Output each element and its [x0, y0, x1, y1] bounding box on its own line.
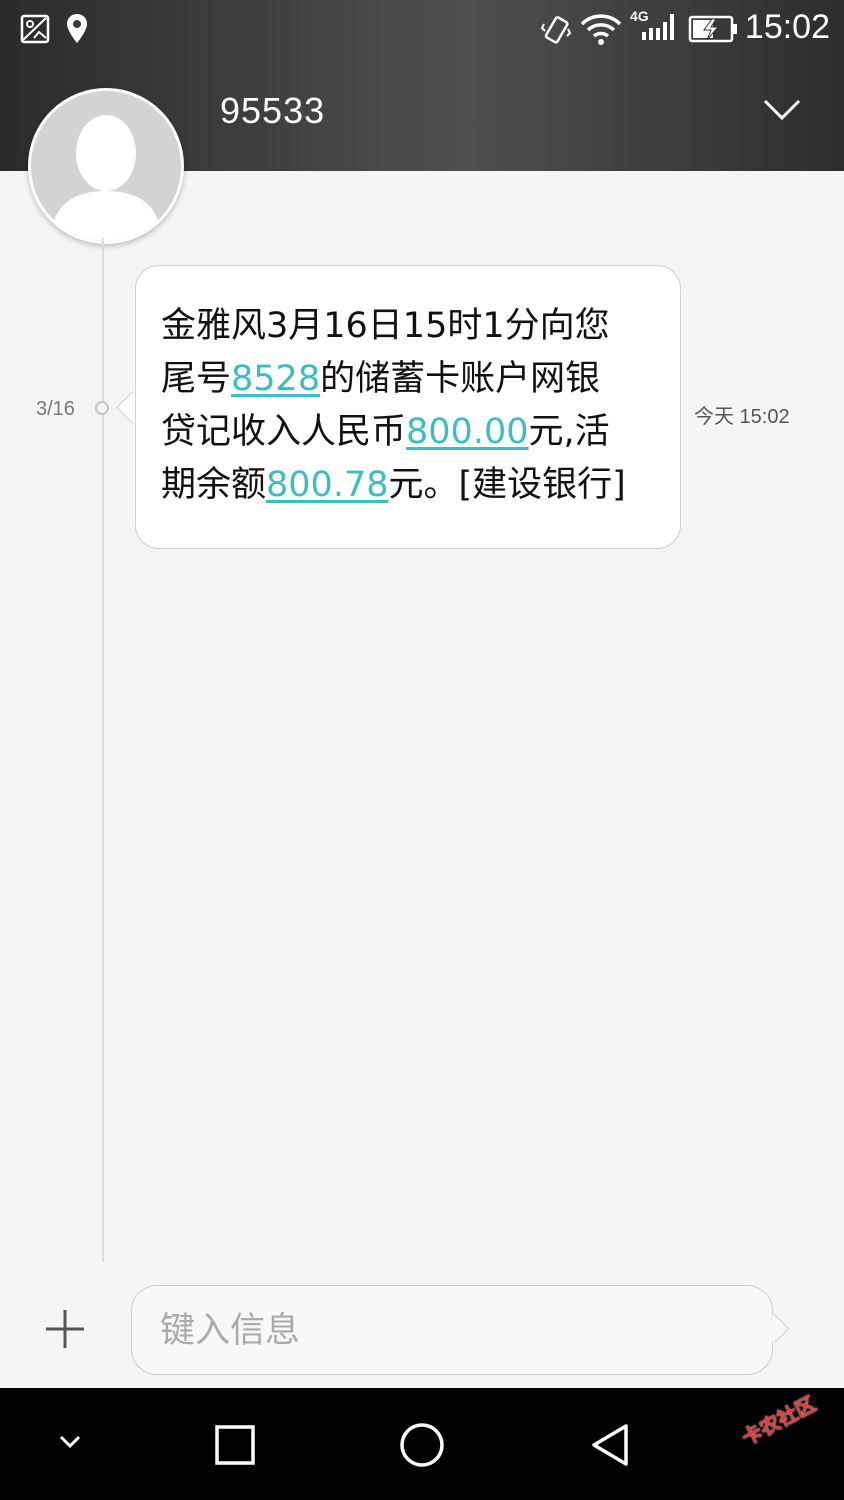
message-line: 贷记收入人民币800.00元,活 — [161, 406, 661, 459]
message-line: 尾号8528的储蓄卡账户网银 — [161, 353, 661, 406]
signal-4g-icon: 4G — [628, 6, 678, 52]
status-bar: 4G 15:02 — [0, 0, 844, 62]
contact-title: 95533 — [220, 90, 326, 131]
message-text: 金雅风3月16日15时1分向您 尾号8528的储蓄卡账户网银 贷记收入人民币80… — [161, 300, 661, 512]
contact-avatar[interactable] — [28, 88, 184, 244]
message-line: 金雅风3月16日15时1分向您 — [161, 300, 661, 353]
chevron-down-icon[interactable] — [762, 96, 802, 128]
back-button[interactable] — [588, 1422, 632, 1472]
person-silhouette-icon — [31, 91, 181, 241]
plus-icon — [46, 1310, 84, 1348]
recents-button[interactable] — [214, 1424, 256, 1470]
navigation-bar — [0, 1388, 844, 1500]
chevron-down-icon — [59, 1435, 81, 1449]
battery-charging-icon — [688, 14, 738, 48]
message-text-segment: 尾号 — [161, 359, 232, 399]
network-type-label: 4G — [630, 8, 649, 24]
message-text-segment: 期余额 — [161, 465, 267, 505]
message-date: 3/16 — [36, 398, 75, 420]
gallery-icon — [20, 14, 50, 48]
wifi-icon — [580, 12, 622, 50]
balance-link[interactable]: 800.78 — [266, 465, 388, 505]
message-text-segment: 元。[建设银行] — [388, 465, 626, 505]
card-number-link[interactable]: 8528 — [231, 359, 320, 399]
location-pin-icon — [66, 13, 88, 49]
circle-icon — [400, 1423, 444, 1467]
message-line: 期余额800.78元。[建设银行] — [161, 459, 661, 512]
status-clock: 15:02 — [744, 8, 830, 46]
message-text-segment: 元,活 — [528, 412, 610, 452]
message-text-segment: 的储蓄卡账户网银 — [320, 359, 601, 399]
amount-link[interactable]: 800.00 — [406, 412, 528, 452]
message-text-segment: 贷记收入人民币 — [161, 412, 407, 452]
message-text-segment: 金雅风3月16日15时1分向您 — [161, 306, 610, 346]
timeline-dot — [95, 401, 109, 415]
add-attachment-button[interactable] — [44, 1308, 86, 1354]
message-input[interactable] — [158, 1300, 722, 1362]
timeline-line — [102, 238, 104, 1262]
message-timestamp: 今天 15:02 — [694, 406, 790, 428]
back-triangle-icon — [592, 1424, 628, 1466]
vibrate-icon — [540, 14, 572, 50]
home-button[interactable] — [398, 1421, 446, 1473]
square-icon — [215, 1425, 255, 1465]
hide-keyboard-button[interactable] — [58, 1434, 82, 1454]
